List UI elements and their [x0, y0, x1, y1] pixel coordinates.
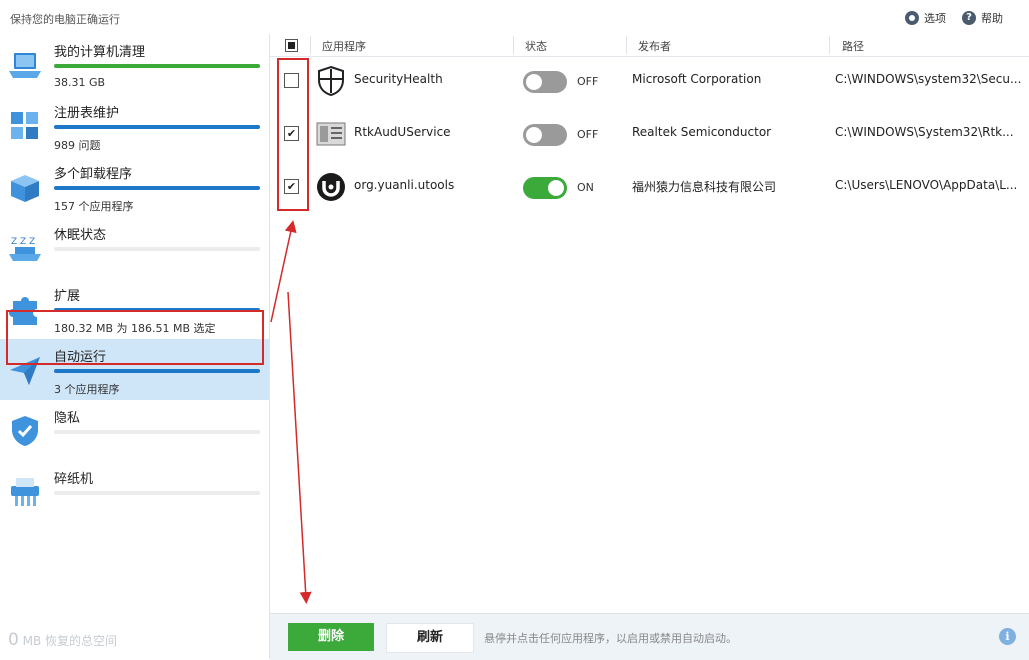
publisher: Realtek Semiconductor: [632, 125, 772, 139]
column-header-state[interactable]: 状态: [525, 38, 547, 54]
row-checkbox[interactable]: [284, 73, 299, 88]
delete-button[interactable]: 删除: [288, 623, 374, 651]
toggle-knob: [548, 180, 564, 196]
table-header: 应用程序 状态 发布者 路径: [270, 34, 1029, 57]
sleep-zzz-icon: Z Z Z: [9, 237, 41, 261]
progress-bar: [54, 308, 260, 312]
top-actions: 选项 ? 帮助: [905, 10, 1003, 26]
progress-bar: [54, 491, 260, 495]
publisher: 福州猿力信息科技有限公司: [632, 180, 777, 194]
row-checkbox[interactable]: ✔: [284, 126, 299, 141]
sidebar-item-sub: 3 个应用程序: [54, 383, 120, 396]
progress-bar: [54, 186, 260, 190]
sidebar: 我的计算机清理 38.31 GB 注册表维护 989 问题 多个卸载程序 157…: [0, 34, 269, 659]
sidebar-item-registry[interactable]: 注册表维护 989 问题: [0, 95, 269, 156]
sidebar-item-privacy[interactable]: 隐私: [0, 400, 269, 461]
options-button[interactable]: 选项: [905, 10, 946, 26]
sidebar-item-label: 多个卸载程序: [54, 167, 133, 182]
table-row[interactable]: ✔ org.yuanli.utools ON 福州猿力信息科技有限公司 C:\U…: [270, 162, 1029, 215]
app-title: 保持您的电脑正确运行: [10, 13, 120, 26]
registry-cubes-icon: [11, 112, 38, 139]
progress-bar: [54, 125, 260, 129]
help-icon: ?: [962, 11, 976, 25]
sidebar-item-extensions[interactable]: 扩展 180.32 MB 为 186.51 MB 选定: [0, 278, 269, 339]
hint-text: 悬停并点击任何应用程序，以启用或禁用自动启动。: [484, 632, 737, 645]
shield-outline-icon: [318, 65, 344, 97]
options-label: 选项: [924, 12, 946, 25]
sidebar-item-label: 碎纸机: [54, 472, 94, 487]
app-name: RtkAudUService: [354, 125, 451, 139]
refresh-button[interactable]: 刷新: [386, 623, 474, 653]
sidebar-item-label: 自动运行: [54, 350, 107, 365]
toggle-state-label: OFF: [577, 128, 599, 141]
sidebar-item-uninstaller[interactable]: 多个卸载程序 157 个应用程序: [0, 156, 269, 217]
select-all-checkbox[interactable]: [285, 39, 298, 52]
column-header-publisher[interactable]: 发布者: [638, 38, 671, 54]
recovered-space-amount: 0: [8, 630, 19, 650]
laptop-icon: [9, 53, 41, 78]
toggle-state-label: ON: [577, 181, 594, 194]
autorun-toggle[interactable]: [523, 177, 567, 199]
file-path: C:\WINDOWS\system32\Secu...: [835, 72, 1022, 86]
progress-fill: [54, 64, 260, 68]
toggle-knob: [526, 74, 542, 90]
publisher: Microsoft Corporation: [632, 72, 762, 86]
help-button[interactable]: ? 帮助: [962, 10, 1003, 26]
shredder-icon: [11, 478, 39, 506]
row-checkbox[interactable]: ✔: [284, 179, 299, 194]
progress-bar: [54, 247, 260, 251]
info-icon[interactable]: i: [999, 628, 1016, 645]
sidebar-item-sub: 180.32 MB 为 186.51 MB 选定: [54, 322, 216, 335]
table-row[interactable]: SecurityHealth OFF Microsoft Corporation…: [270, 56, 1029, 109]
progress-bar: [54, 430, 260, 434]
uninstall-box-icon: [11, 175, 39, 202]
puzzle-icon: [9, 297, 37, 325]
autorun-toggle[interactable]: [523, 124, 567, 146]
utools-icon: [317, 173, 345, 201]
column-header-app[interactable]: 应用程序: [322, 38, 366, 54]
help-label: 帮助: [981, 12, 1003, 25]
toggle-state-label: OFF: [577, 75, 599, 88]
file-path: C:\Users\LENOVO\AppData\L...: [835, 178, 1018, 192]
sidebar-item-label: 我的计算机清理: [54, 45, 146, 60]
recovered-space-unit: MB 恢复的总空间: [22, 634, 118, 648]
audio-service-icon: [316, 122, 346, 146]
sidebar-item-autorun[interactable]: 自动运行 3 个应用程序: [0, 339, 269, 400]
shield-icon: [12, 416, 38, 446]
sidebar-item-pc-cleanup[interactable]: 我的计算机清理 38.31 GB: [0, 34, 269, 95]
file-path: C:\WINDOWS\System32\Rtk...: [835, 125, 1014, 139]
sidebar-item-label: 注册表维护: [54, 106, 120, 121]
column-divider: [310, 36, 311, 54]
gear-icon: [905, 11, 919, 25]
sidebar-item-label: 休眠状态: [54, 228, 107, 243]
column-divider: [513, 36, 514, 54]
sidebar-item-shredder[interactable]: 碎纸机: [0, 461, 269, 522]
progress-fill: [54, 369, 260, 373]
recovered-space-total: 0 MB 恢复的总空间: [8, 630, 117, 650]
top-bar: 保持您的电脑正确运行 选项 ? 帮助: [0, 0, 1029, 34]
column-divider: [829, 36, 830, 54]
svg-text:Z Z Z: Z Z Z: [11, 237, 35, 247]
main-panel: 应用程序 状态 发布者 路径 SecurityHealth OFF Micros…: [269, 34, 1029, 660]
sidebar-item-sub: 989 问题: [54, 139, 101, 152]
sidebar-item-label: 扩展: [54, 289, 81, 304]
progress-fill: [54, 308, 260, 312]
toggle-knob: [526, 127, 542, 143]
sidebar-item-sub: 157 个应用程序: [54, 200, 134, 213]
column-header-path[interactable]: 路径: [842, 38, 864, 54]
sidebar-item-label: 隐私: [54, 411, 81, 426]
progress-fill: [54, 125, 260, 129]
progress-fill: [54, 186, 260, 190]
bottom-bar: 删除 刷新 悬停并点击任何应用程序，以启用或禁用自动启动。 i: [270, 613, 1029, 660]
sidebar-item-hibernate[interactable]: Z Z Z 休眠状态: [0, 217, 269, 278]
app-name: SecurityHealth: [354, 72, 443, 86]
progress-bar: [54, 369, 260, 373]
column-divider: [626, 36, 627, 54]
autorun-toggle[interactable]: [523, 71, 567, 93]
table-row[interactable]: ✔ RtkAudUService OFF Realtek Semiconduct…: [270, 109, 1029, 162]
sidebar-item-sub: 38.31 GB: [54, 76, 106, 89]
progress-bar: [54, 64, 260, 68]
app-name: org.yuanli.utools: [354, 178, 455, 192]
paper-plane-icon: [10, 357, 40, 385]
